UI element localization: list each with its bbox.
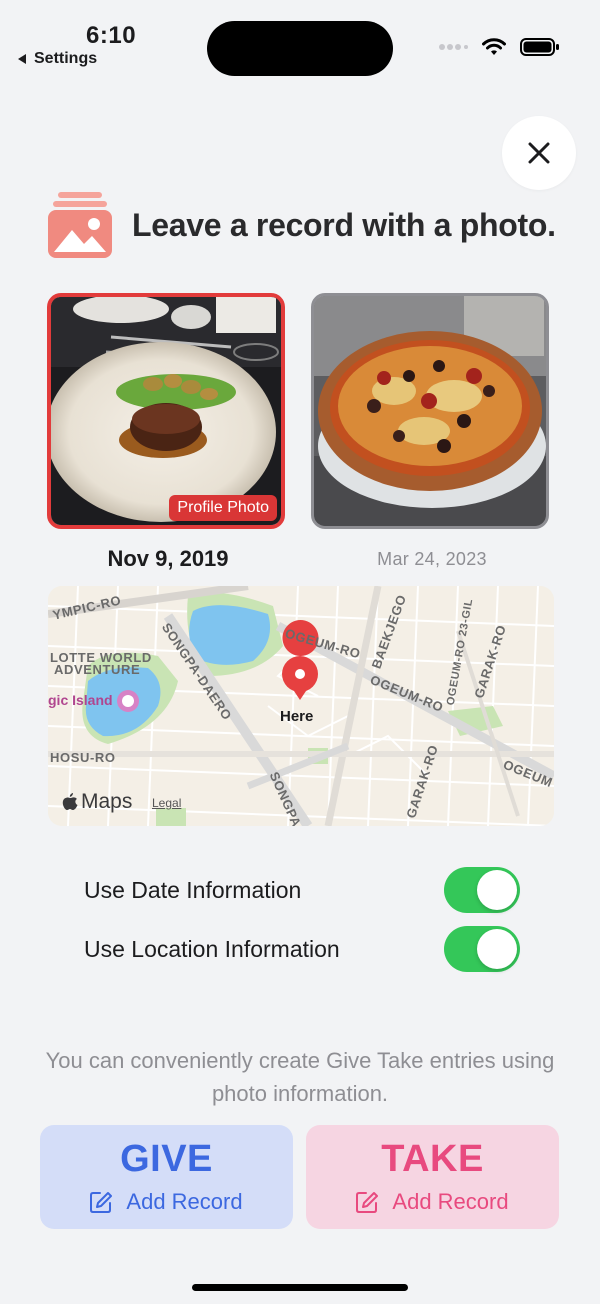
status-indicators bbox=[438, 38, 560, 56]
map-pin-label: Here bbox=[280, 708, 314, 725]
maps-brand-text: Maps bbox=[81, 790, 133, 813]
date-info-switch[interactable] bbox=[444, 867, 520, 913]
steak-plate-photo bbox=[51, 297, 281, 525]
page-title: Leave a record with a photo. bbox=[132, 206, 556, 243]
toggle-row-date: Use Date Information bbox=[84, 866, 520, 914]
back-label: Settings bbox=[34, 50, 98, 67]
edit-icon bbox=[90, 1192, 113, 1213]
take-sub: Add Record bbox=[356, 1189, 509, 1215]
wifi-icon bbox=[482, 38, 506, 55]
apple-logo-icon bbox=[62, 793, 78, 810]
photo-date-2: Mar 24, 2023 bbox=[377, 549, 487, 569]
map-label-island: gic Island bbox=[48, 692, 113, 708]
map-legal-link[interactable]: Legal bbox=[152, 796, 181, 810]
photo-stack-icon bbox=[48, 192, 112, 258]
give-title: GIVE bbox=[120, 1138, 213, 1180]
close-button[interactable] bbox=[502, 116, 576, 190]
toggle-row-location: Use Location Information bbox=[84, 925, 520, 973]
back-arrow-icon bbox=[18, 54, 26, 64]
profile-photo-badge: Profile Photo bbox=[169, 495, 277, 521]
home-indicator[interactable] bbox=[192, 1284, 408, 1291]
toggle-label-date: Use Date Information bbox=[84, 876, 302, 903]
dynamic-island bbox=[207, 21, 393, 76]
close-icon bbox=[528, 142, 550, 164]
take-title: TAKE bbox=[381, 1138, 484, 1180]
header: Leave a record with a photo. bbox=[48, 192, 568, 258]
battery-icon bbox=[520, 38, 559, 56]
map-label-hosu: HOSU-RO bbox=[50, 750, 116, 765]
back-to-settings-link[interactable]: Settings bbox=[18, 50, 97, 68]
location-map[interactable]: YMPIC-RO LOTTE WORLD ADVENTURE gic Islan… bbox=[48, 586, 554, 826]
give-sub: Add Record bbox=[90, 1189, 243, 1215]
edit-icon bbox=[356, 1192, 379, 1213]
take-add-record-button[interactable]: TAKE Add Record bbox=[306, 1125, 559, 1229]
switch-knob bbox=[477, 929, 517, 969]
photo-card-pizza[interactable] bbox=[311, 293, 549, 529]
cellular-signal-icon bbox=[439, 44, 468, 50]
status-time: 6:10 bbox=[86, 22, 137, 49]
hint-text: You can conveniently create Give Take en… bbox=[45, 1048, 555, 1106]
photo-date-1: Nov 9, 2019 bbox=[107, 546, 229, 571]
maps-brand: Maps bbox=[62, 790, 132, 814]
pizza-photo bbox=[314, 296, 546, 526]
toggle-label-location: Use Location Information bbox=[84, 935, 340, 962]
switch-knob bbox=[477, 870, 517, 910]
map-label-lotte-2: ADVENTURE bbox=[54, 662, 141, 677]
photo-card-steak[interactable]: Profile Photo bbox=[47, 293, 285, 529]
location-info-switch[interactable] bbox=[444, 926, 520, 972]
take-sub-label: Add Record bbox=[392, 1189, 509, 1214]
give-sub-label: Add Record bbox=[126, 1189, 243, 1214]
give-add-record-button[interactable]: GIVE Add Record bbox=[40, 1125, 293, 1229]
